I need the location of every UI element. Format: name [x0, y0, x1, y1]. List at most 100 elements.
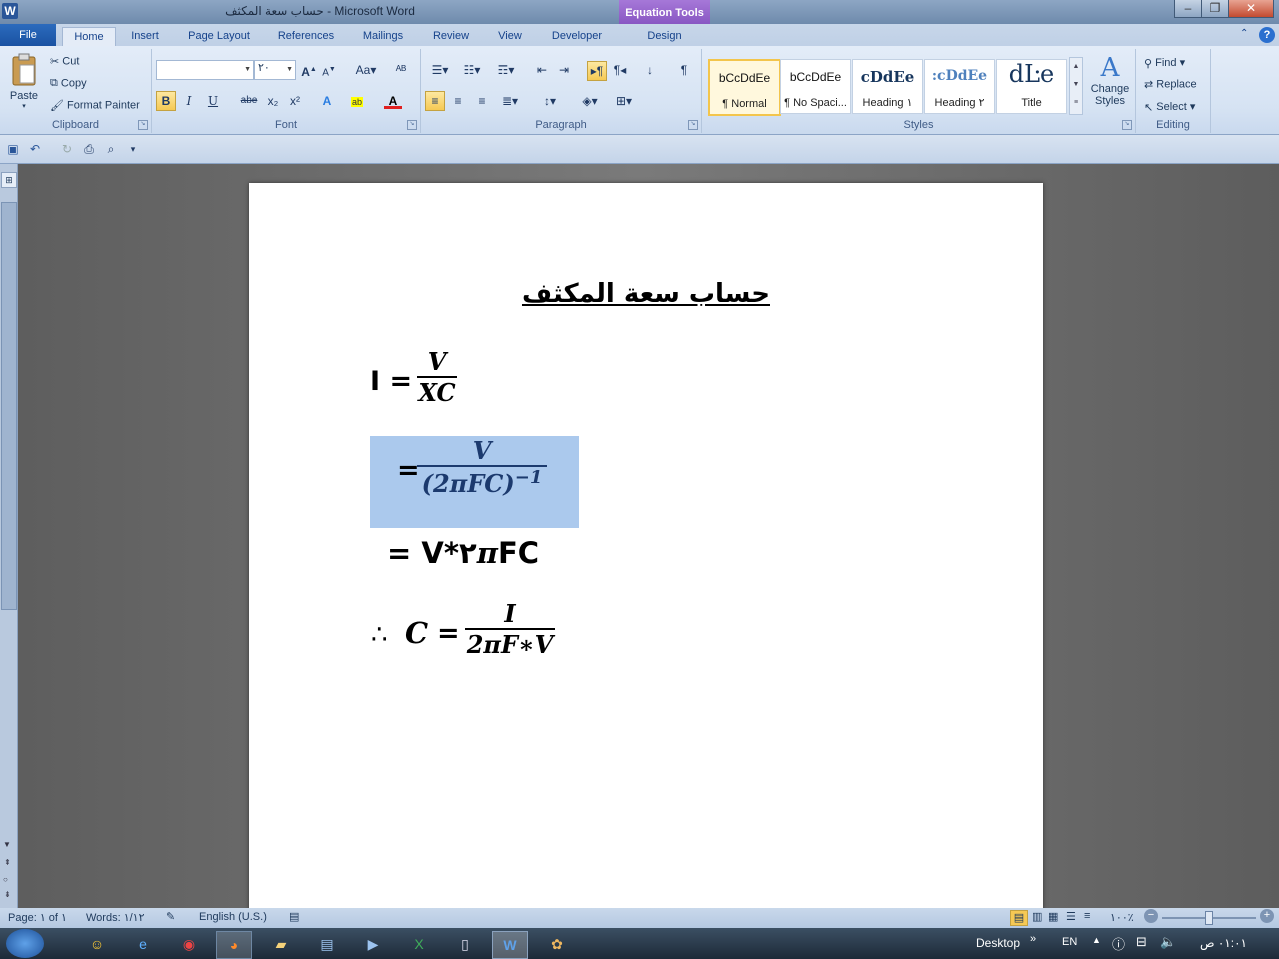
- show-formatting-button[interactable]: ¶: [675, 61, 693, 79]
- firefox-icon[interactable]: ◕: [216, 931, 252, 959]
- styles-gallery-scroll[interactable]: ▲ ▼ ≡: [1069, 57, 1083, 115]
- font-color-button[interactable]: A: [384, 92, 402, 109]
- start-button[interactable]: [6, 929, 44, 958]
- align-left-button[interactable]: ≡: [425, 91, 445, 111]
- document-page[interactable]: حساب سعة المكثف I = V XC = V (2πFC)−1 = …: [249, 183, 1043, 913]
- ruler-toggle-icon[interactable]: ⊞: [1, 172, 17, 188]
- notepad-icon[interactable]: ▤: [310, 931, 344, 957]
- tab-mailings[interactable]: Mailings: [352, 27, 414, 46]
- tab-design[interactable]: Design: [619, 27, 710, 46]
- paste-button[interactable]: Paste ▾: [6, 53, 42, 115]
- align-center-button[interactable]: ≡: [449, 92, 467, 110]
- messenger-icon[interactable]: ☺: [80, 931, 114, 957]
- info-icon[interactable]: ⓘ: [1112, 934, 1125, 953]
- redo-icon[interactable]: ↻: [58, 140, 76, 158]
- macro-icon[interactable]: ▤: [289, 910, 299, 923]
- paint-icon[interactable]: ✿: [540, 931, 574, 957]
- strikethrough-button[interactable]: abe: [238, 92, 260, 110]
- italic-button[interactable]: I: [180, 92, 198, 110]
- font-size-combo[interactable]: ٢٠ ▼: [254, 60, 296, 80]
- clear-formatting-button[interactable]: ᴬᴮ: [392, 61, 410, 79]
- page-count[interactable]: Page: ١ of ١: [8, 911, 67, 924]
- zoom-in-icon[interactable]: +: [1260, 909, 1274, 923]
- volume-icon[interactable]: 🔈: [1160, 934, 1176, 950]
- equation-2-fraction[interactable]: V (2πFC)−1: [417, 436, 547, 498]
- clock[interactable]: ٠١:٠١ ص: [1200, 936, 1247, 950]
- help-icon[interactable]: ?: [1259, 27, 1275, 43]
- media-player-icon[interactable]: ▶: [356, 931, 390, 957]
- increase-indent-button[interactable]: ⇥: [555, 61, 573, 79]
- word-taskbar-icon[interactable]: W: [492, 931, 528, 959]
- justify-button[interactable]: ≣▾: [497, 92, 523, 110]
- text-effects-button[interactable]: A: [318, 92, 336, 110]
- tab-home[interactable]: Home: [62, 27, 116, 47]
- customize-qat-icon[interactable]: ▾: [124, 140, 142, 158]
- style-normal[interactable]: bCcDdEe ¶ Normal: [708, 59, 781, 116]
- underline-button[interactable]: U: [204, 92, 222, 110]
- minimize-button[interactable]: –: [1174, 0, 1202, 18]
- font-launcher-icon[interactable]: ↘: [407, 120, 417, 130]
- zoom-out-icon[interactable]: −: [1144, 909, 1158, 923]
- clipboard-launcher-icon[interactable]: ↘: [138, 120, 148, 130]
- close-button[interactable]: ✕: [1228, 0, 1274, 18]
- show-hidden-icons-icon[interactable]: ▲: [1092, 935, 1101, 945]
- tab-insert[interactable]: Insert: [122, 27, 168, 46]
- proofing-icon[interactable]: ✎: [166, 910, 175, 923]
- outline-view-icon[interactable]: ☰: [1066, 910, 1076, 923]
- browse-object-icon[interactable]: ○: [3, 875, 8, 884]
- web-layout-view-icon[interactable]: ▦: [1048, 910, 1058, 923]
- style-heading-1[interactable]: cDdEe Heading ١: [852, 59, 923, 114]
- full-screen-view-icon[interactable]: ▥: [1032, 910, 1042, 923]
- excel-icon[interactable]: X: [402, 931, 436, 957]
- input-language[interactable]: EN: [1062, 936, 1077, 948]
- tab-file[interactable]: File: [0, 24, 56, 46]
- undo-icon[interactable]: ↶: [26, 140, 44, 158]
- restore-button[interactable]: ❐: [1201, 0, 1229, 18]
- format-painter-button[interactable]: 🖌 Format Painter: [50, 99, 140, 112]
- left-to-right-button[interactable]: ▸¶: [587, 61, 607, 81]
- equation-1-fraction[interactable]: V XC: [417, 347, 457, 407]
- scroll-down-arrow-icon[interactable]: ▼: [3, 840, 11, 849]
- internet-explorer-icon[interactable]: e: [126, 931, 160, 957]
- desktop-toolbar-label[interactable]: Desktop: [976, 936, 1020, 950]
- style-heading-2[interactable]: :cDdEe Heading ٢: [924, 59, 995, 114]
- print-layout-view-icon[interactable]: ▤: [1010, 910, 1028, 926]
- draft-view-icon[interactable]: ≡: [1084, 910, 1090, 922]
- change-styles-button[interactable]: A Change Styles: [1088, 53, 1132, 107]
- chrome-icon[interactable]: ◉: [172, 931, 206, 957]
- vertical-scrollbar-thumb[interactable]: [1, 202, 17, 610]
- file-explorer-icon[interactable]: ▰: [264, 931, 298, 957]
- style-title[interactable]: dĿe Title: [996, 59, 1067, 114]
- document-heading[interactable]: حساب سعة المكثف: [515, 279, 777, 309]
- copy-button[interactable]: ⧉ Copy: [50, 77, 87, 90]
- equation-1-lhs[interactable]: I =: [370, 366, 412, 397]
- bold-button[interactable]: B: [156, 91, 176, 111]
- equation-4-lhs[interactable]: C: [405, 616, 428, 650]
- language-indicator[interactable]: English (U.S.): [199, 911, 267, 923]
- tab-developer[interactable]: Developer: [542, 27, 612, 46]
- zoom-slider-thumb[interactable]: [1205, 911, 1213, 925]
- paragraph-launcher-icon[interactable]: ↘: [688, 120, 698, 130]
- previous-page-icon[interactable]: ⇞: [4, 858, 11, 867]
- borders-button[interactable]: ⊞▾: [611, 92, 637, 110]
- print-icon[interactable]: ⎙: [80, 140, 98, 158]
- highlight-button[interactable]: ab: [348, 92, 366, 110]
- style-no-spacing[interactable]: bCcDdEe ¶ No Spaci...: [780, 59, 851, 114]
- right-to-left-button[interactable]: ¶◂: [611, 61, 629, 79]
- bullets-button[interactable]: ☰▾: [427, 61, 453, 79]
- shrink-font-button[interactable]: A▼: [320, 61, 338, 79]
- grow-font-button[interactable]: A▲: [300, 61, 318, 79]
- multilevel-list-button[interactable]: ☶▾: [493, 61, 519, 79]
- decrease-indent-button[interactable]: ⇤: [533, 61, 551, 79]
- tab-page-layout[interactable]: Page Layout: [180, 27, 258, 46]
- word-count[interactable]: Words: ١/١٢: [86, 911, 144, 924]
- cut-button[interactable]: ✂ Cut: [50, 55, 79, 68]
- change-case-button[interactable]: Aa▾: [352, 61, 380, 79]
- tab-view[interactable]: View: [488, 27, 532, 46]
- select-button[interactable]: ↖ Select ▾: [1144, 100, 1195, 114]
- collapse-ribbon-icon[interactable]: ⌃: [1240, 28, 1248, 39]
- save-icon[interactable]: ▣: [4, 140, 22, 158]
- subscript-button[interactable]: x₂: [264, 92, 282, 110]
- font-name-combo[interactable]: ▼: [156, 60, 254, 80]
- find-button[interactable]: ⚲ Find ▾: [1144, 56, 1185, 70]
